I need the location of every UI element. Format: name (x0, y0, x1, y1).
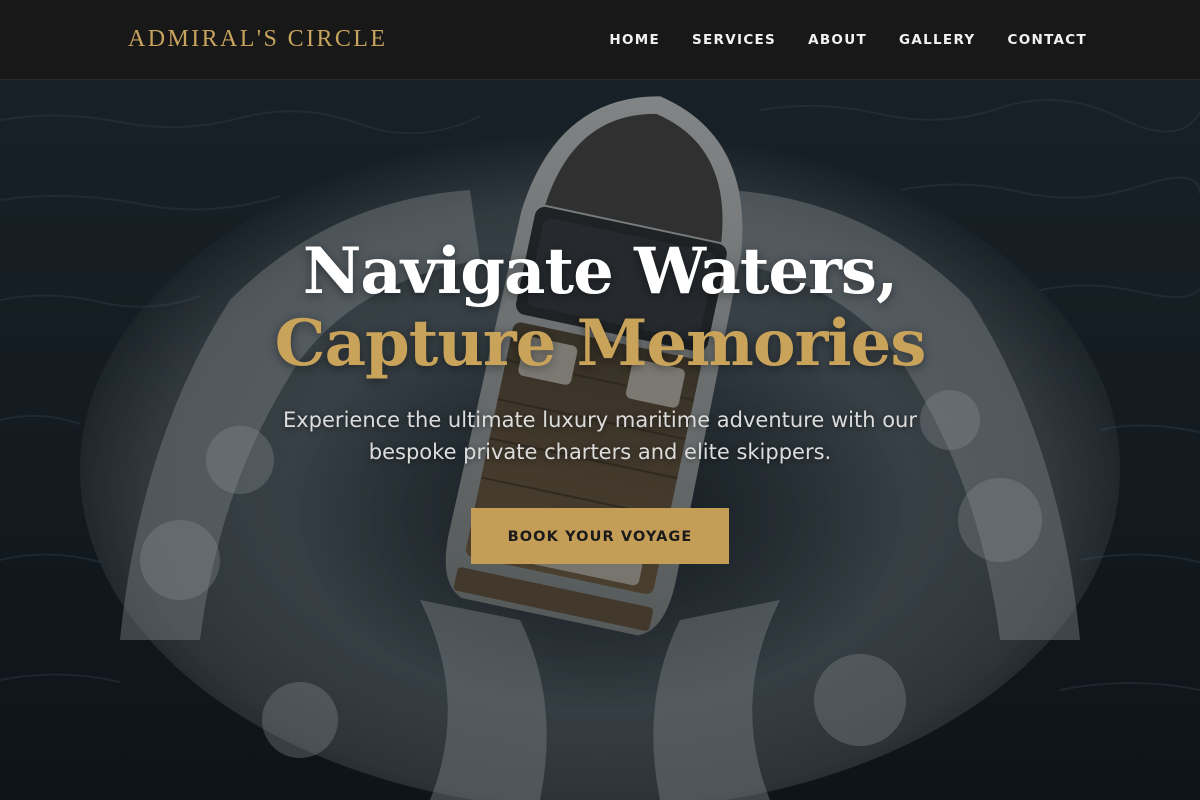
nav-link-home[interactable]: HOME (609, 32, 660, 48)
nav-item-home: HOME (609, 31, 660, 49)
nav-menu: HOME SERVICES ABOUT GALLERY CONTACT (609, 0, 1087, 80)
page: ADMIRAL'S CIRCLE HOME SERVICES ABOUT GAL… (0, 0, 1200, 800)
hero-title-line-1: Navigate Waters, (302, 234, 898, 309)
nav-item-services: SERVICES (692, 31, 776, 49)
nav-link-services[interactable]: SERVICES (692, 32, 776, 48)
book-voyage-button[interactable]: BOOK YOUR VOYAGE (471, 508, 729, 564)
nav-item-about: ABOUT (808, 31, 867, 49)
hero-subtitle: Experience the ultimate luxury maritime … (282, 408, 917, 464)
hero-title: Navigate Waters, Capture Memories (0, 236, 1200, 380)
nav-item-gallery: GALLERY (899, 31, 976, 49)
nav-link-gallery[interactable]: GALLERY (899, 32, 976, 48)
nav-item-contact: CONTACT (1007, 31, 1087, 49)
navbar: ADMIRAL'S CIRCLE HOME SERVICES ABOUT GAL… (0, 0, 1200, 80)
hero-title-line-2: Capture Memories (274, 306, 927, 381)
brand-logo[interactable]: ADMIRAL'S CIRCLE (128, 26, 387, 53)
nav-link-contact[interactable]: CONTACT (1007, 32, 1087, 48)
nav-link-about[interactable]: ABOUT (808, 32, 867, 48)
hero-section: Navigate Waters, Capture Memories Experi… (0, 236, 1200, 564)
